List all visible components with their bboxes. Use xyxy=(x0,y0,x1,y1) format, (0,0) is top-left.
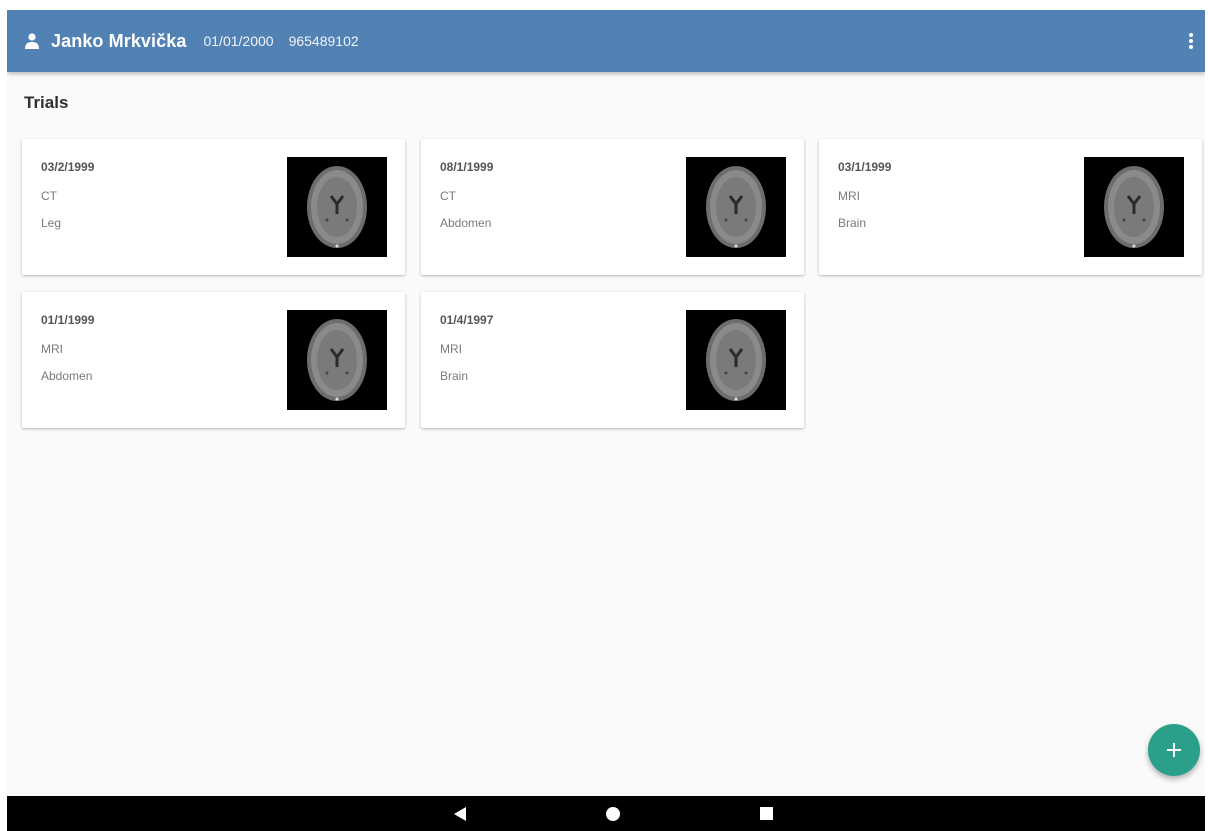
brain-scan-image xyxy=(307,166,367,248)
trial-card[interactable]: 01/4/1997 MRI Brain xyxy=(421,292,804,428)
trial-region: Abdomen xyxy=(41,369,93,383)
brain-mri-thumbnail xyxy=(1084,157,1184,257)
app-screen: Janko Mrkvička 01/01/2000 965489102 Tria… xyxy=(7,10,1205,831)
add-trial-button[interactable] xyxy=(1148,724,1200,776)
trial-region: Leg xyxy=(41,216,62,230)
patient-birth-date: 01/01/2000 xyxy=(203,33,274,49)
patient-name: Janko Mrkvička xyxy=(51,30,187,51)
trial-modality: CT xyxy=(440,189,456,203)
home-button[interactable] xyxy=(588,796,638,831)
app-bar: Janko Mrkvička 01/01/2000 965489102 xyxy=(7,10,1205,72)
section-title: Trials xyxy=(24,93,69,112)
trial-card[interactable]: 08/1/1999 CT Abdomen xyxy=(421,139,804,275)
back-button[interactable] xyxy=(435,796,485,831)
trial-date: 08/1/1999 xyxy=(440,160,494,174)
brain-mri-thumbnail xyxy=(686,310,786,410)
brain-scan-image xyxy=(1104,166,1164,248)
brain-mri-thumbnail xyxy=(287,157,387,257)
recents-square-icon xyxy=(759,807,773,820)
brain-scan-image xyxy=(307,319,367,401)
trial-date: 03/1/1999 xyxy=(838,160,892,174)
trial-date: 03/2/1999 xyxy=(41,160,95,174)
person-icon xyxy=(25,33,39,49)
trial-modality: MRI xyxy=(838,189,860,203)
brain-mri-thumbnail xyxy=(287,310,387,410)
patient-id: 965489102 xyxy=(288,33,359,49)
plus-icon xyxy=(1167,743,1181,757)
recents-button[interactable] xyxy=(741,796,791,831)
trial-modality: CT xyxy=(41,189,57,203)
back-triangle-icon xyxy=(454,806,466,821)
system-navigation-bar xyxy=(7,796,1205,831)
brain-mri-thumbnail xyxy=(686,157,786,257)
overflow-menu-button[interactable] xyxy=(1183,29,1199,53)
trial-modality: MRI xyxy=(440,342,462,356)
trial-region: Abdomen xyxy=(440,216,492,230)
trial-card[interactable]: 03/1/1999 MRI Brain xyxy=(819,139,1202,275)
trial-modality: MRI xyxy=(41,342,63,356)
trial-region: Brain xyxy=(838,216,867,230)
trial-date: 01/4/1997 xyxy=(440,313,494,327)
brain-scan-image xyxy=(706,166,766,248)
brain-scan-image xyxy=(706,319,766,401)
trial-region: Brain xyxy=(440,369,469,383)
trial-date: 01/1/1999 xyxy=(41,313,95,327)
home-circle-icon xyxy=(606,806,620,821)
trial-card[interactable]: 03/2/1999 CT Leg xyxy=(22,139,405,275)
more-vert-icon xyxy=(1189,33,1193,37)
trial-card[interactable]: 01/1/1999 MRI Abdomen xyxy=(22,292,405,428)
